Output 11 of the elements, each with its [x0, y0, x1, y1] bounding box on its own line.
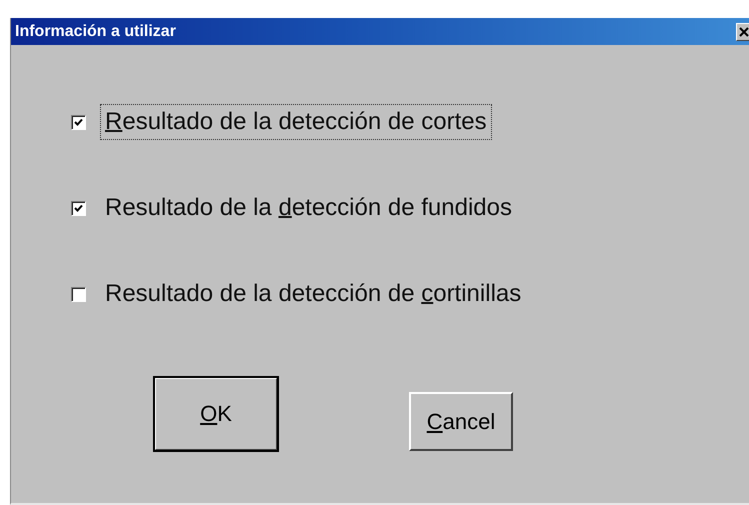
checkbox-label[interactable]: Resultado de la detección de fundidos [100, 190, 517, 226]
close-button[interactable] [736, 22, 749, 40]
checkbox[interactable] [71, 114, 86, 130]
dialog-button[interactable]: OK [154, 377, 278, 451]
close-icon [739, 26, 749, 36]
window-title: Información a utilizar [15, 22, 176, 40]
dialog-button[interactable]: Cancel [409, 392, 513, 451]
checkbox-label[interactable]: Resultado de la detección de cortes [100, 104, 492, 140]
checkbox[interactable] [71, 200, 86, 216]
checkbox[interactable] [71, 286, 86, 302]
checkbox-label[interactable]: Resultado de la detección de cortinillas [100, 276, 526, 312]
